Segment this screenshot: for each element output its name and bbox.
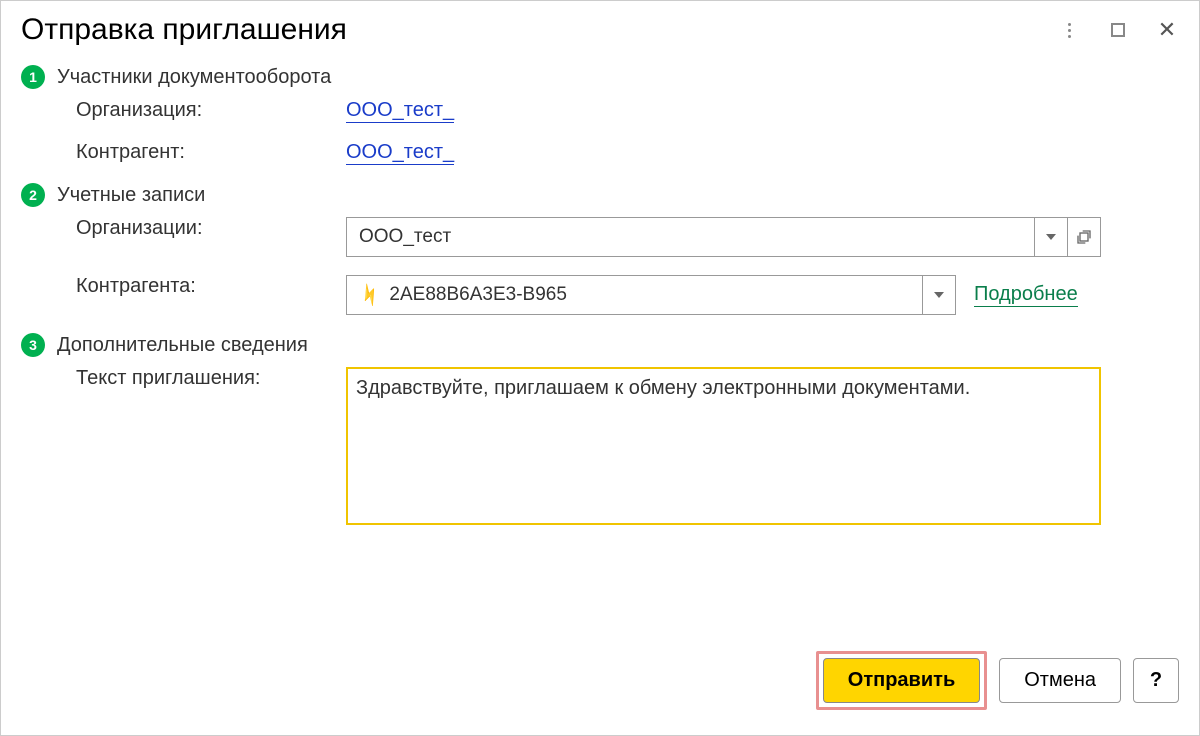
more-options-icon[interactable] — [1057, 18, 1081, 42]
section-number-1: 1 — [21, 65, 45, 89]
help-button[interactable]: ? — [1133, 658, 1179, 703]
organization-link[interactable]: ООО_тест_ — [346, 99, 454, 123]
invitation-text-label: Текст приглашения: — [76, 367, 346, 390]
counterparty-link[interactable]: ООО_тест_ — [346, 141, 454, 165]
org-account-label: Организации: — [76, 217, 346, 240]
window-controls: ✕ — [1057, 18, 1179, 42]
open-external-icon[interactable] — [1067, 217, 1101, 257]
dropdown-icon[interactable] — [1034, 217, 1068, 257]
invitation-textarea[interactable] — [346, 367, 1101, 525]
counterparty-label: Контрагент: — [76, 141, 346, 164]
section-number-3: 3 — [21, 333, 45, 357]
organization-label: Организация: — [76, 99, 346, 122]
more-details-link[interactable]: Подробнее — [974, 283, 1078, 307]
counterparty-account-value: 2AE88B6A3E3-B965 — [389, 284, 566, 306]
org-account-input[interactable]: ООО_тест — [346, 217, 1035, 257]
section-title-participants: Участники документооборота — [57, 66, 331, 89]
send-button-highlight: Отправить — [816, 651, 987, 710]
counterparty-account-input[interactable]: ⚡ 2AE88B6A3E3-B965 — [346, 275, 923, 315]
section-number-2: 2 — [21, 183, 45, 207]
org-account-value: ООО_тест — [359, 226, 451, 248]
section-title-accounts: Учетные записи — [57, 184, 205, 207]
window-title: Отправка приглашения — [21, 13, 347, 47]
cancel-button[interactable]: Отмена — [999, 658, 1121, 703]
dropdown-icon[interactable] — [922, 275, 956, 315]
close-icon[interactable]: ✕ — [1155, 18, 1179, 42]
send-button[interactable]: Отправить — [823, 658, 980, 703]
section-title-additional: Дополнительные сведения — [57, 334, 308, 357]
maximize-icon[interactable] — [1106, 18, 1130, 42]
plug-icon: ⚡ — [355, 280, 386, 311]
counterparty-account-label: Контрагента: — [76, 275, 346, 298]
